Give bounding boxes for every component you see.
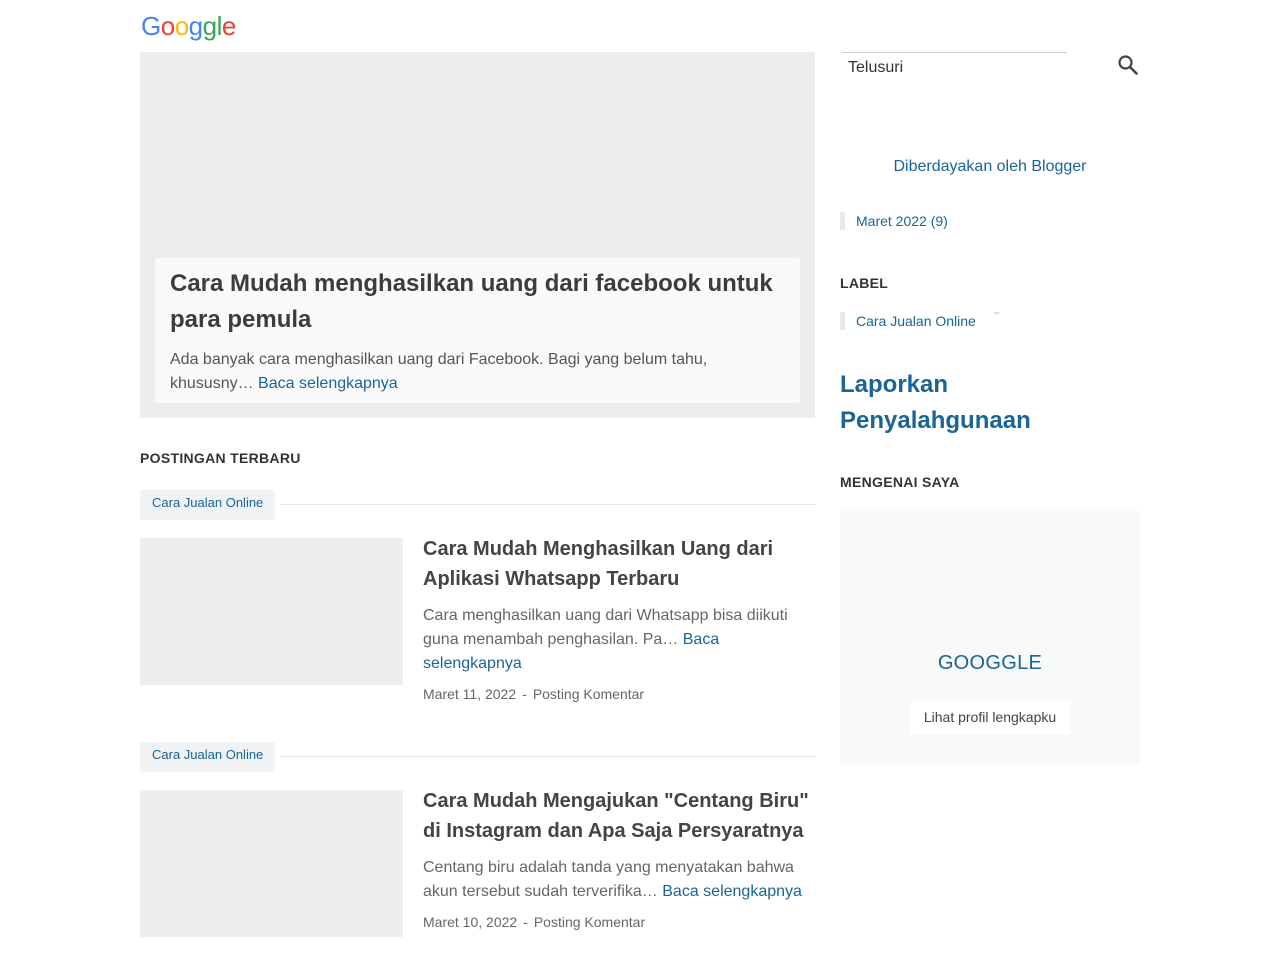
post-body: Cara Mudah Menghasilkan Uang dari Aplika… — [423, 534, 818, 702]
recent-posts-heading: POSTINGAN TERBARU — [140, 450, 301, 466]
profile-card: GOOGGLE Lihat profil lengkapku — [840, 511, 1140, 764]
featured-post-title[interactable]: Cara Mudah menghasilkan uang dari facebo… — [170, 266, 785, 338]
label-divider — [280, 756, 815, 757]
search-icon — [1118, 55, 1138, 75]
powered-by-blogger-link[interactable]: Diberdayakan oleh Blogger — [840, 158, 1140, 176]
view-profile-button[interactable]: Lihat profil lengkapku — [909, 701, 1071, 734]
post-comment-link[interactable]: Posting Komentar — [534, 914, 645, 930]
meta-separator: - — [523, 914, 528, 930]
featured-post-snippet: Ada banyak cara menghasilkan uang dari F… — [170, 348, 785, 396]
post-snippet: Centang biru adalah tanda yang menyataka… — [423, 856, 818, 904]
post-body: Cara Mudah Mengajukan "Centang Biru" di … — [423, 786, 818, 930]
post-label-chip[interactable]: Cara Jualan Online — [140, 742, 276, 772]
featured-post[interactable]: Cara Mudah menghasilkan uang dari facebo… — [140, 52, 815, 418]
logo-letter: G — [141, 11, 161, 41]
label-heading: LABEL — [840, 275, 889, 291]
site-logo[interactable]: Googgle — [141, 11, 236, 41]
post-meta: Maret 11, 2022- Posting Komentar — [423, 686, 818, 702]
about-heading: MENGENAI SAYA — [840, 474, 960, 490]
profile-name-link[interactable]: GOOGGLE — [840, 652, 1140, 675]
report-abuse-link[interactable]: Laporkan Penyalahgunaan — [840, 367, 1140, 439]
logo-letter: e — [221, 11, 236, 41]
post-thumbnail[interactable] — [140, 790, 403, 937]
post-title[interactable]: Cara Mudah Menghasilkan Uang dari Aplika… — [423, 534, 818, 594]
search-input[interactable] — [848, 57, 1063, 79]
post-label-chip[interactable]: Cara Jualan Online — [140, 490, 276, 520]
featured-read-more-link[interactable]: Baca selengkapnya — [258, 375, 398, 392]
logo-letter: g — [188, 11, 203, 41]
post-thumbnail[interactable] — [140, 538, 403, 685]
post-date[interactable]: Maret 10, 2022 — [423, 914, 517, 930]
post-snippet-text: Cara menghasilkan uang dari Whatsapp bis… — [423, 607, 788, 648]
logo-letter: o — [160, 11, 175, 41]
featured-post-card: Cara Mudah menghasilkan uang dari facebo… — [155, 258, 800, 403]
post-snippet: Cara menghasilkan uang dari Whatsapp bis… — [423, 604, 818, 676]
archive-item-maret-2022[interactable]: Maret 2022 (9) — [840, 212, 948, 230]
post-date[interactable]: Maret 11, 2022 — [423, 686, 516, 702]
meta-separator: - — [522, 686, 527, 702]
read-more-link[interactable]: Baca selengkapnya — [662, 883, 802, 900]
label-item-cara-jualan-online[interactable]: Cara Jualan Online — [840, 312, 976, 330]
logo-letter: o — [174, 11, 189, 41]
post-meta: Maret 10, 2022- Posting Komentar — [423, 914, 818, 930]
label-divider — [280, 504, 815, 505]
post-title[interactable]: Cara Mudah Mengajukan "Centang Biru" di … — [423, 786, 818, 846]
post-comment-link[interactable]: Posting Komentar — [533, 686, 644, 702]
search-box — [842, 52, 1067, 83]
featured-post-snippet-text: Ada banyak cara menghasilkan uang dari F… — [170, 351, 708, 392]
search-button[interactable] — [1116, 53, 1140, 77]
label-decoration — [994, 312, 999, 314]
logo-letter: g — [202, 11, 217, 41]
